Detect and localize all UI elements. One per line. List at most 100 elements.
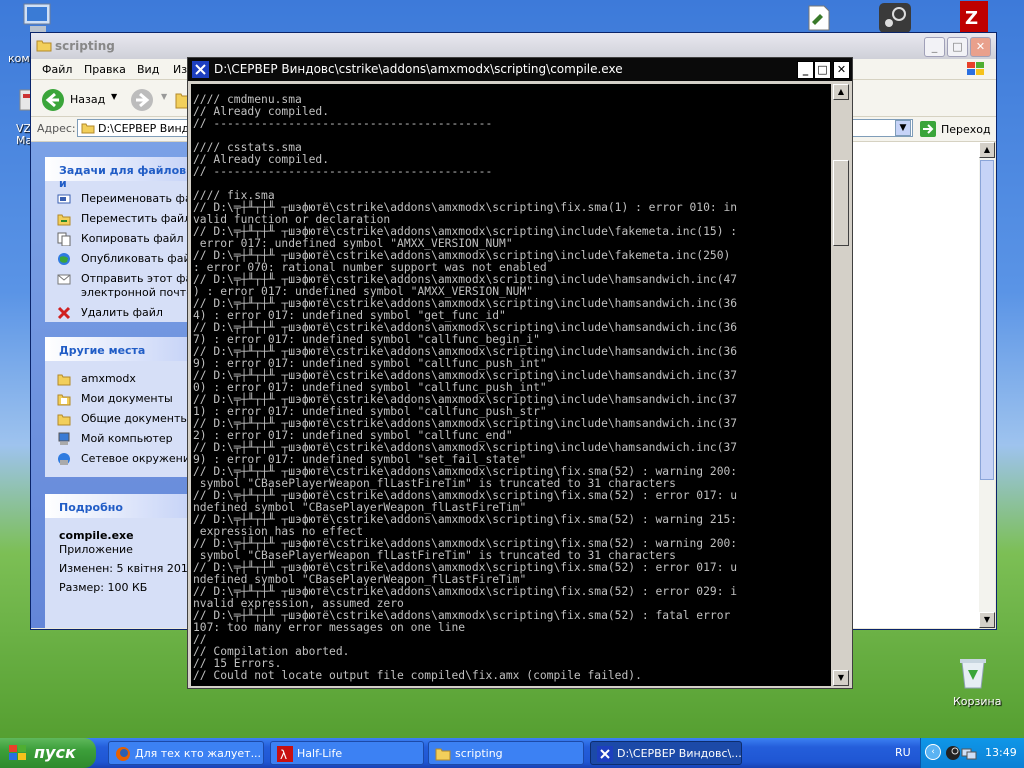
console-icon: [597, 746, 613, 762]
place-amxmodx[interactable]: amxmodx: [45, 369, 191, 389]
taskbar: пуск Для тех кто жалует... λ Half-Life s…: [0, 738, 1024, 768]
place-shared-documents-label: Общие документы: [81, 412, 190, 425]
console-app-icon: [192, 61, 209, 78]
task-copy[interactable]: Копировать файл: [45, 229, 191, 249]
file-list-pane[interactable]: ▲ ▼: [851, 142, 995, 628]
taskbar-item[interactable]: λ Half-Life: [270, 741, 424, 765]
file-tasks-panel: Задачи для файлов и Переименовать фай Пе…: [45, 157, 191, 322]
console-text: //// cmdmenu.sma // Already compiled. //…: [193, 94, 737, 682]
explorer-title-bar[interactable]: scripting _ □ ✕: [31, 33, 996, 59]
file-list-scrollbar[interactable]: ▲ ▼: [979, 142, 995, 628]
computer-icon: [58, 432, 70, 445]
tray-collapse-button[interactable]: ‹: [925, 744, 941, 760]
move-icon: [57, 214, 71, 226]
console-output[interactable]: //// cmdmenu.sma // Already compiled. //…: [191, 84, 831, 686]
details-title[interactable]: Подробно: [45, 494, 191, 518]
go-button-label[interactable]: Переход: [941, 123, 991, 136]
svg-text:λ: λ: [280, 748, 287, 762]
console-minimize-button[interactable]: _: [797, 61, 814, 79]
console-line: // Could not locate output file compiled…: [193, 669, 642, 682]
task-rename-label: Переименовать фай: [81, 192, 191, 205]
console-scroll-thumb[interactable]: [833, 160, 849, 246]
menu-view[interactable]: Вид: [137, 63, 159, 76]
console-title-bar[interactable]: D:\СЕРВЕР Виндовс\cstrike\addons\amxmodx…: [188, 58, 852, 81]
forward-dropdown-icon[interactable]: ▼: [161, 92, 167, 101]
details-modified: Изменен: 5 квітня 2010 р: [59, 562, 206, 575]
recycle-bin-label: Корзина: [953, 695, 1002, 708]
place-my-computer-label: Мой компьютер: [81, 432, 173, 445]
close-button[interactable]: ✕: [970, 37, 991, 57]
console-maximize-button[interactable]: □: [814, 61, 831, 79]
console-scroll-up-button[interactable]: ▲: [833, 84, 849, 100]
maximize-button[interactable]: □: [947, 37, 968, 57]
place-shared-documents[interactable]: Общие документы: [45, 409, 191, 429]
details-panel: Подробно compile.exe Приложение Изменен:…: [45, 494, 205, 628]
menu-favorites[interactable]: Из: [173, 63, 187, 76]
console-scroll-down-button[interactable]: ▼: [833, 670, 849, 686]
console-line: // -------------------------------------…: [193, 117, 493, 130]
details-file-name: compile.exe: [59, 529, 134, 542]
back-arrow-icon[interactable]: [41, 88, 65, 112]
address-dropdown-button[interactable]: ▼: [895, 120, 911, 136]
task-rename[interactable]: Переименовать фай: [45, 189, 191, 209]
back-button-label[interactable]: Назад: [70, 93, 105, 106]
half-life-icon: λ: [277, 746, 293, 762]
address-label: Адрес:: [37, 122, 76, 135]
taskbar-item[interactable]: Для тех кто жалует...: [108, 741, 264, 765]
network-tray-icon[interactable]: [961, 745, 977, 761]
scroll-thumb[interactable]: [980, 160, 994, 480]
steam-tray-icon[interactable]: [945, 745, 961, 761]
place-my-documents-label: Мои документы: [81, 392, 173, 405]
taskbar-item-active[interactable]: D:\СЕРВЕР Виндовс\...: [590, 741, 742, 765]
task-delete[interactable]: Удалить файл: [45, 303, 191, 323]
scroll-up-button[interactable]: ▲: [979, 142, 995, 158]
task-publish[interactable]: Опубликовать файл: [45, 249, 191, 269]
back-dropdown-icon[interactable]: ▼: [111, 92, 117, 101]
my-documents-icon: [57, 394, 71, 406]
folder-icon: [81, 123, 95, 134]
task-move-label: Переместить файл: [81, 212, 191, 225]
task-pane: Задачи для файлов и Переименовать фай Пе…: [31, 142, 205, 628]
firefox-icon: [116, 747, 130, 761]
place-my-documents[interactable]: Мои документы: [45, 389, 191, 409]
globe-icon: [58, 253, 70, 265]
details-file-type: Приложение: [59, 543, 133, 556]
svg-text:Z: Z: [965, 8, 978, 29]
console-line: 107: too many error messages on one line: [193, 621, 466, 634]
minimize-button[interactable]: _: [924, 37, 945, 57]
copy-icon: [57, 232, 71, 246]
task-email-label-2: электронной почте: [81, 286, 191, 299]
forward-arrow-icon[interactable]: [130, 88, 154, 112]
other-places-title[interactable]: Другие места: [45, 337, 191, 361]
address-input[interactable]: D:\СЕРВЕР Винд: [77, 119, 189, 137]
console-close-button[interactable]: ✕: [833, 61, 850, 79]
clock[interactable]: 13:49: [985, 746, 1017, 759]
system-tray: ‹ 13:49: [920, 738, 1024, 768]
scroll-down-button[interactable]: ▼: [979, 612, 995, 628]
place-network[interactable]: Сетевое окружение: [45, 449, 191, 469]
taskbar-item[interactable]: scripting: [428, 741, 584, 765]
other-places-panel: Другие места amxmodx Мои документы Общие…: [45, 337, 191, 477]
task-move[interactable]: Переместить файл: [45, 209, 191, 229]
file-tasks-title[interactable]: Задачи для файлов и: [45, 157, 191, 190]
folder-icon: [57, 374, 71, 386]
taskbar-item-label: scripting: [455, 747, 503, 760]
address-value: D:\СЕРВЕР Винд: [98, 122, 190, 135]
console-scrollbar[interactable]: ▲ ▼: [833, 84, 849, 686]
windows-logo-icon: [967, 62, 984, 75]
windows-flag-icon: [9, 745, 26, 760]
recycle-bin-icon[interactable]: [956, 654, 996, 694]
console-window[interactable]: D:\СЕРВЕР Виндовс\cstrike\addons\amxmodx…: [187, 57, 853, 689]
rename-icon: [57, 194, 71, 204]
task-email-cont[interactable]: электронной почте: [45, 283, 191, 303]
start-button[interactable]: пуск: [0, 738, 96, 768]
desktop-partial-label: ком: [8, 52, 30, 65]
go-arrow-icon[interactable]: [919, 120, 937, 138]
console-title: D:\СЕРВЕР Виндовс\cstrike\addons\amxmodx…: [214, 62, 623, 76]
language-indicator[interactable]: RU: [895, 746, 911, 759]
menu-edit[interactable]: Правка: [84, 63, 126, 76]
place-my-computer[interactable]: Мой компьютер: [45, 429, 191, 449]
menu-file[interactable]: Файл: [42, 63, 72, 76]
place-network-label: Сетевое окружение: [81, 452, 191, 465]
folder-icon: [435, 748, 451, 761]
